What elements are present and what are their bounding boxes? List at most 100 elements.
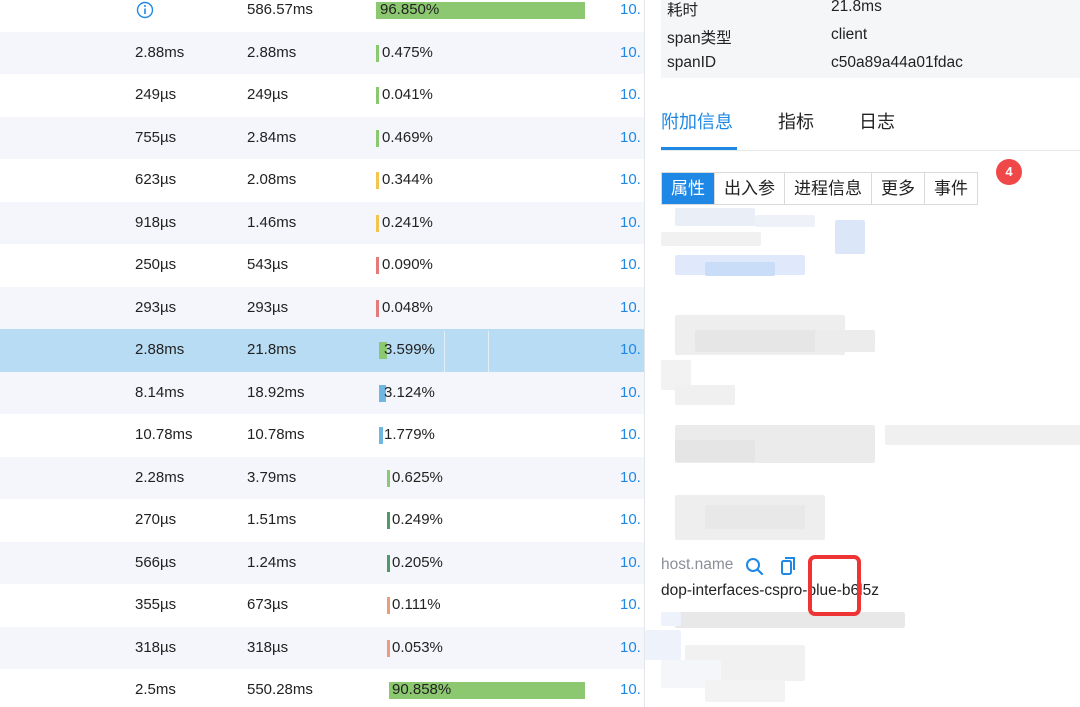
duration-bar (387, 512, 390, 529)
service-link[interactable]: 10. (620, 542, 641, 585)
grid-divider (488, 331, 489, 373)
service-link[interactable]: 10. (620, 499, 641, 542)
highlight-box (808, 555, 861, 616)
redacted-block (661, 612, 681, 626)
active-tab-indicator (661, 147, 737, 150)
duration-bar (387, 597, 390, 614)
span-detail-panel: 耗时 21.8ms span类型 client spanID c50a89a44… (644, 0, 1080, 707)
span-type-label: span类型 (667, 30, 732, 47)
table-row[interactable]: 318µs 318µs 0.053% 10. (0, 626, 644, 670)
service-link[interactable]: 10. (620, 117, 641, 160)
total-duration: 10.78ms (247, 426, 305, 443)
service-link[interactable]: 10. (620, 669, 641, 707)
total-duration: 550.28ms (247, 681, 313, 698)
table-row[interactable]: 250µs 543µs 0.090% 10. (0, 244, 644, 287)
subtab-events[interactable]: 事件 (925, 173, 977, 204)
redacted-block (675, 440, 755, 462)
total-duration: 2.88ms (247, 43, 297, 61)
total-duration: 3.79ms (247, 468, 297, 486)
duration-percent: 0.625% (392, 468, 443, 486)
duration-bar (376, 299, 379, 317)
table-row[interactable]: 8.14ms 18.92ms 3.124% 10. (0, 371, 644, 415)
duration-bar (376, 257, 379, 274)
table-row[interactable]: 918µs 1.46ms 0.241% 10. (0, 201, 644, 245)
copy-icon[interactable] (781, 557, 795, 575)
subtab-process-info[interactable]: 进程信息 (785, 173, 872, 204)
self-duration: 249µs (135, 86, 177, 103)
self-duration: 355µs (135, 596, 177, 613)
span-summary: 耗时 21.8ms span类型 client spanID c50a89a44… (661, 0, 1080, 78)
redacted-block (755, 215, 815, 227)
self-duration: 293µs (135, 298, 177, 316)
subtab-more[interactable]: 更多 (872, 173, 925, 204)
table-row[interactable]: 293µs 293µs 0.048% 10. (0, 286, 644, 330)
duration-percent: 0.048% (382, 298, 433, 316)
service-link[interactable]: 10. (620, 32, 641, 75)
event-count-badge: 4 (996, 159, 1022, 185)
table-row[interactable]: 2.88ms 2.88ms 0.475% 10. (0, 31, 644, 75)
total-duration: 318µs (247, 638, 289, 656)
redacted-block (705, 680, 785, 702)
table-row[interactable]: 355µs 673µs 0.111% 10. (0, 584, 644, 627)
table-row[interactable]: 10.78ms 10.78ms 1.779% 10. (0, 414, 644, 457)
total-duration: 2.84ms (247, 128, 297, 146)
service-link[interactable]: 10. (620, 372, 641, 415)
tab-logs[interactable]: 日志 (859, 108, 895, 134)
tab-metrics[interactable]: 指标 (778, 108, 814, 134)
total-duration: 1.51ms (247, 511, 297, 528)
self-duration: 2.28ms (135, 468, 185, 486)
self-duration: 918µs (135, 213, 177, 231)
duration-bar (379, 427, 383, 444)
search-icon[interactable] (746, 558, 764, 576)
redacted-block (645, 630, 681, 660)
service-link[interactable]: 10. (620, 159, 641, 202)
service-link[interactable]: 10. (620, 202, 641, 245)
table-row[interactable]: 2.5ms 550.28ms 90.858% 10. (0, 669, 644, 707)
redacted-block (705, 262, 775, 276)
service-link[interactable]: 10. (620, 74, 641, 117)
span-id-value: c50a89a44a01fdac (831, 54, 963, 71)
self-duration: 8.14ms (135, 383, 185, 401)
self-duration: 318µs (135, 638, 177, 656)
duration-bar (387, 639, 390, 657)
service-link[interactable]: 10. (620, 584, 641, 627)
duration-bar (376, 129, 379, 147)
info-icon[interactable] (136, 0, 154, 32)
table-row[interactable]: 270µs 1.51ms 0.249% 10. (0, 499, 644, 542)
table-row[interactable]: 586.57ms 96.850% 10. (0, 0, 644, 32)
tab-extra-info[interactable]: 附加信息 (661, 108, 733, 134)
subtab-io-params[interactable]: 出入参 (715, 173, 785, 204)
self-duration: 623µs (135, 171, 177, 188)
total-duration: 18.92ms (247, 383, 305, 401)
attribute-subtabs: 属性 出入参 进程信息 更多 事件 (661, 172, 978, 205)
table-row[interactable]: 623µs 2.08ms 0.344% 10. (0, 159, 644, 202)
service-link[interactable]: 10. (620, 287, 641, 330)
service-link[interactable]: 10. (620, 0, 641, 32)
service-link[interactable]: 10. (620, 244, 641, 287)
table-row[interactable]: 755µs 2.84ms 0.469% 10. (0, 116, 644, 160)
table-row[interactable]: 566µs 1.24ms 0.205% 10. (0, 541, 644, 585)
service-link[interactable]: 10. (620, 329, 641, 372)
redacted-block (675, 208, 755, 226)
duration-value: 21.8ms (831, 0, 882, 15)
service-link[interactable]: 10. (620, 457, 641, 500)
duration-bar (376, 44, 379, 62)
attribute-key: host.name (661, 556, 734, 573)
duration-bar (376, 172, 379, 189)
self-duration: 2.88ms (135, 341, 185, 358)
service-link[interactable]: 10. (620, 414, 641, 457)
table-row[interactable]: 249µs 249µs 0.041% 10. (0, 74, 644, 117)
duration-percent: 3.124% (384, 383, 435, 401)
duration-bar (376, 87, 379, 104)
table-row[interactable]: 2.88ms 21.8ms 3.599% 10. (0, 329, 644, 372)
service-link[interactable]: 10. (620, 627, 641, 670)
total-duration: 2.08ms (247, 171, 297, 188)
table-row[interactable]: 2.28ms 3.79ms 0.625% 10. (0, 456, 644, 500)
duration-percent: 0.053% (392, 638, 443, 656)
self-duration: 755µs (135, 128, 177, 146)
redacted-block (815, 330, 875, 352)
self-duration: 2.5ms (135, 681, 176, 698)
subtab-attributes[interactable]: 属性 (662, 173, 715, 204)
self-duration: 270µs (135, 511, 177, 528)
total-duration: 1.46ms (247, 213, 297, 231)
